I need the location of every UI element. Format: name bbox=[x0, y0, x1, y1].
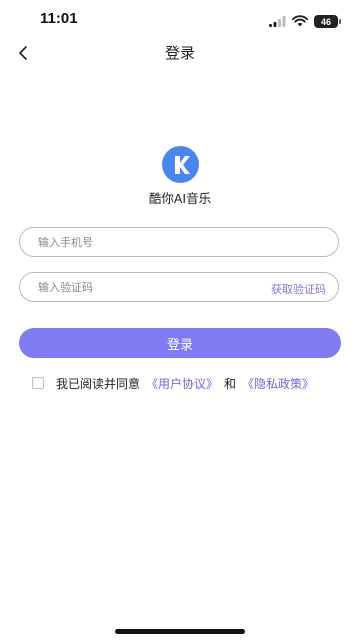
status-bar: 11:01 46 bbox=[0, 0, 360, 38]
user-agreement-link[interactable]: 《用户协议》 bbox=[146, 375, 218, 392]
code-input[interactable] bbox=[38, 273, 258, 301]
privacy-policy-link[interactable]: 《隐私政策》 bbox=[242, 375, 314, 392]
battery-icon: 46 bbox=[314, 15, 341, 28]
agreement-prefix: 我已阅读并同意 bbox=[56, 376, 141, 391]
phone-input[interactable] bbox=[38, 228, 258, 256]
code-field: 获取验证码 bbox=[19, 272, 339, 302]
signal-icon bbox=[269, 12, 286, 31]
agreement-checkbox[interactable] bbox=[32, 377, 44, 389]
status-icons: 46 bbox=[269, 12, 341, 31]
get-code-button[interactable]: 获取验证码 bbox=[271, 281, 326, 297]
agreement-and: 和 bbox=[224, 376, 237, 391]
k-logo-icon bbox=[174, 155, 190, 174]
nav-bar: 登录 bbox=[0, 38, 360, 68]
page-title: 登录 bbox=[164, 44, 195, 62]
app-logo bbox=[162, 146, 199, 183]
wifi-icon bbox=[292, 12, 308, 31]
home-indicator bbox=[115, 629, 245, 634]
status-time: 11:01 bbox=[40, 10, 78, 27]
login-button[interactable]: 登录 bbox=[19, 328, 341, 358]
agreement-row: 我已阅读并同意 《用户协议》 和 《隐私政策》 bbox=[32, 375, 314, 391]
phone-field bbox=[19, 227, 339, 257]
app-name: 酷你AI音乐 bbox=[148, 191, 212, 206]
